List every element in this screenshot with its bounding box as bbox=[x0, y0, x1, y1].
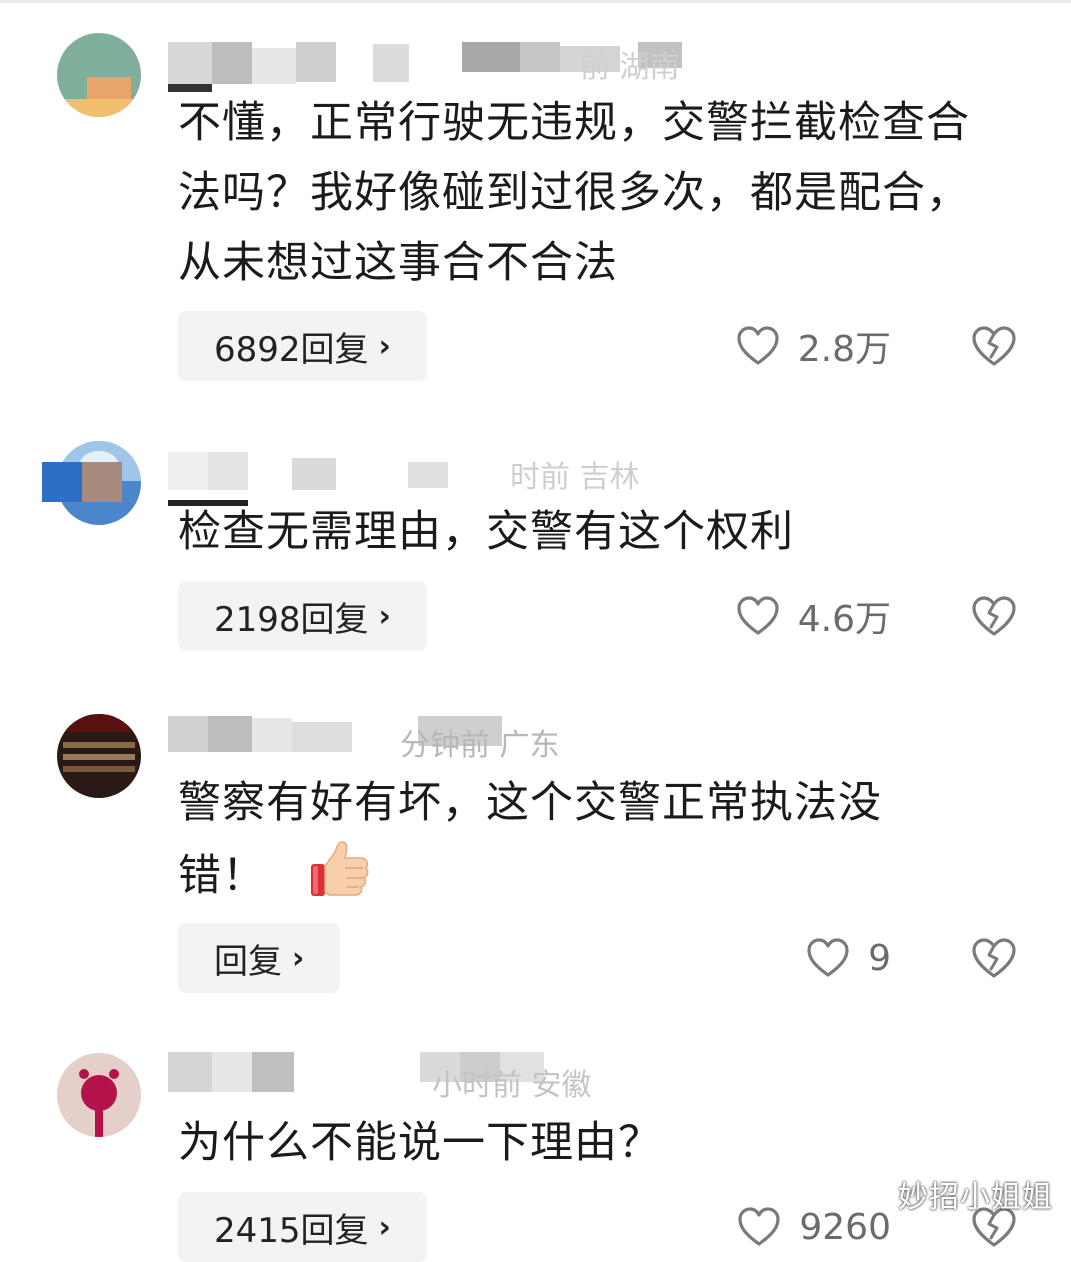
reply-count: 2415回复 bbox=[214, 1210, 369, 1251]
comment-meta: 前 湖南 bbox=[580, 50, 680, 85]
heart-outline-icon bbox=[737, 326, 779, 365]
watermark: 妙招小姐姐 bbox=[898, 1180, 1053, 1215]
chevron-right-icon: › bbox=[292, 940, 305, 976]
heart-outline-icon bbox=[807, 938, 849, 977]
chevron-right-icon: › bbox=[378, 328, 391, 364]
broken-heart-icon bbox=[972, 596, 1016, 636]
reply-count: 2198回复 bbox=[214, 599, 369, 640]
thumbs-up-emoji bbox=[309, 838, 371, 900]
avatar-mosaic bbox=[42, 462, 82, 502]
like-count: 9 bbox=[868, 937, 891, 979]
like-count: 9260 bbox=[799, 1206, 891, 1248]
reply-count: 回复 bbox=[214, 941, 282, 982]
comment-meta: 时前 吉林 bbox=[510, 460, 640, 495]
like-button[interactable]: 2.8万 bbox=[736, 311, 891, 381]
reply-button[interactable]: 2415回复 › bbox=[178, 1192, 427, 1262]
comment-text: 不懂，正常行驶无违规，交警拦截检查合法吗？我好像碰到过很多次，都是配合，从未想过… bbox=[178, 98, 970, 288]
dislike-button[interactable] bbox=[970, 311, 1018, 381]
heart-outline-icon bbox=[737, 596, 779, 635]
heart-outline-icon bbox=[738, 1207, 780, 1246]
comment-text: 检查无需理由，交警有这个权利 bbox=[178, 507, 794, 557]
dislike-button[interactable] bbox=[970, 923, 1018, 993]
comment-text-body: 警察有好有坏，这个交警正常执法没错！ bbox=[178, 778, 882, 901]
dislike-button[interactable] bbox=[970, 581, 1018, 651]
broken-heart-icon bbox=[972, 326, 1016, 366]
like-button[interactable]: 4.6万 bbox=[736, 581, 891, 651]
top-divider bbox=[0, 0, 1071, 3]
reply-button[interactable]: 2198回复 › bbox=[178, 581, 427, 651]
like-count: 4.6万 bbox=[797, 599, 891, 640]
comment-text: 警察有好有坏，这个交警正常执法没错！ bbox=[178, 768, 968, 911]
comment-meta: 分钟前 广东 bbox=[400, 728, 560, 763]
reply-button[interactable]: 6892回复 › bbox=[178, 311, 427, 381]
like-button[interactable]: 9 bbox=[806, 923, 891, 993]
avatar[interactable] bbox=[57, 33, 141, 117]
reply-count: 6892回复 bbox=[214, 329, 369, 370]
comment-meta: 小时前 安徽 bbox=[432, 1068, 592, 1103]
like-button[interactable]: 9260 bbox=[737, 1192, 891, 1262]
avatar[interactable] bbox=[57, 714, 141, 798]
chevron-right-icon: › bbox=[378, 598, 391, 634]
thumbs-up-icon bbox=[310, 841, 369, 896]
chevron-right-icon: › bbox=[378, 1209, 391, 1245]
reply-button[interactable]: 回复 › bbox=[178, 923, 341, 993]
broken-heart-icon bbox=[972, 938, 1016, 978]
avatar[interactable] bbox=[57, 1053, 141, 1137]
avatar-mosaic bbox=[82, 462, 122, 502]
comment-text: 为什么不能说一下理由？ bbox=[178, 1118, 662, 1168]
like-count: 2.8万 bbox=[797, 329, 891, 370]
